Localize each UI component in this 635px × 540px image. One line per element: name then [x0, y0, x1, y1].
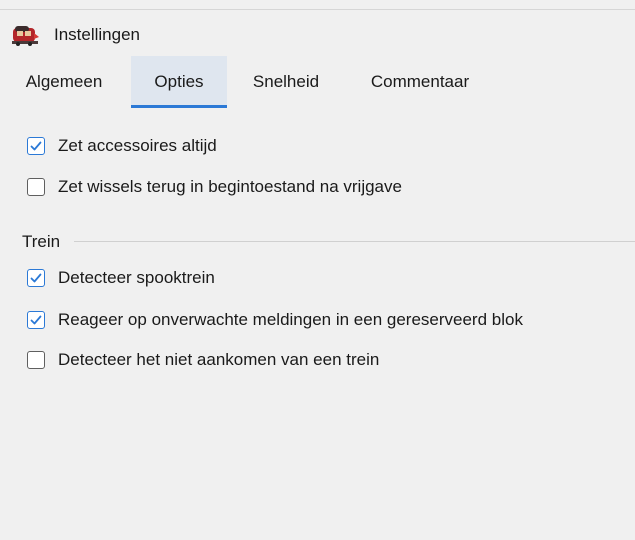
option-detecteer-niet-aankomen[interactable]: Detecteer het niet aankomen van een trei… — [27, 348, 379, 372]
title-bar: Instellingen — [0, 10, 635, 56]
option-reageer-onverwachte-meldingen[interactable]: Reageer op onverwachte meldingen in een … — [27, 308, 523, 332]
option-label: Reageer op onverwachte meldingen in een … — [58, 310, 523, 329]
tab-algemeen[interactable]: Algemeen — [10, 56, 118, 108]
option-label: Zet wissels terug in begintoestand na vr… — [58, 177, 402, 196]
option-detecteer-spooktrein[interactable]: Detecteer spooktrein — [27, 266, 215, 290]
option-label: Detecteer het niet aankomen van een trei… — [58, 350, 380, 369]
option-zet-accessoires[interactable]: Zet accessoires altijd — [27, 134, 217, 158]
checkmark-icon — [30, 141, 42, 151]
tab-label: Opties — [154, 72, 204, 91]
checkbox-unchecked[interactable] — [27, 351, 45, 369]
tab-commentaar[interactable]: Commentaar — [350, 56, 490, 108]
locomotive-icon — [12, 25, 40, 47]
checkbox-checked[interactable] — [27, 311, 45, 329]
option-label: Detecteer spooktrein — [58, 268, 215, 287]
tab-label: Snelheid — [252, 72, 320, 91]
checkmark-icon — [30, 315, 42, 325]
options-panel: Zet accessoires altijd Zet wissels terug… — [0, 110, 635, 540]
option-zet-wissels-terug[interactable]: Zet wissels terug in begintoestand na vr… — [27, 175, 402, 199]
tab-opties[interactable]: Opties — [131, 56, 227, 108]
checkmark-icon — [30, 273, 42, 283]
window-title: Instellingen — [54, 25, 141, 44]
tab-snelheid[interactable]: Snelheid — [236, 56, 336, 108]
group-divider — [74, 241, 635, 242]
checkbox-unchecked[interactable] — [27, 178, 45, 196]
checkbox-checked[interactable] — [27, 137, 45, 155]
checkbox-checked[interactable] — [27, 269, 45, 287]
tab-bar: Algemeen Opties Snelheid Commentaar — [0, 56, 635, 108]
group-label-trein: Trein — [22, 231, 69, 253]
option-label: Zet accessoires altijd — [58, 136, 217, 155]
tab-label: Commentaar — [370, 72, 470, 91]
tab-label: Algemeen — [25, 72, 103, 91]
settings-window: Instellingen Algemeen Opties Snelheid Co… — [0, 0, 635, 540]
